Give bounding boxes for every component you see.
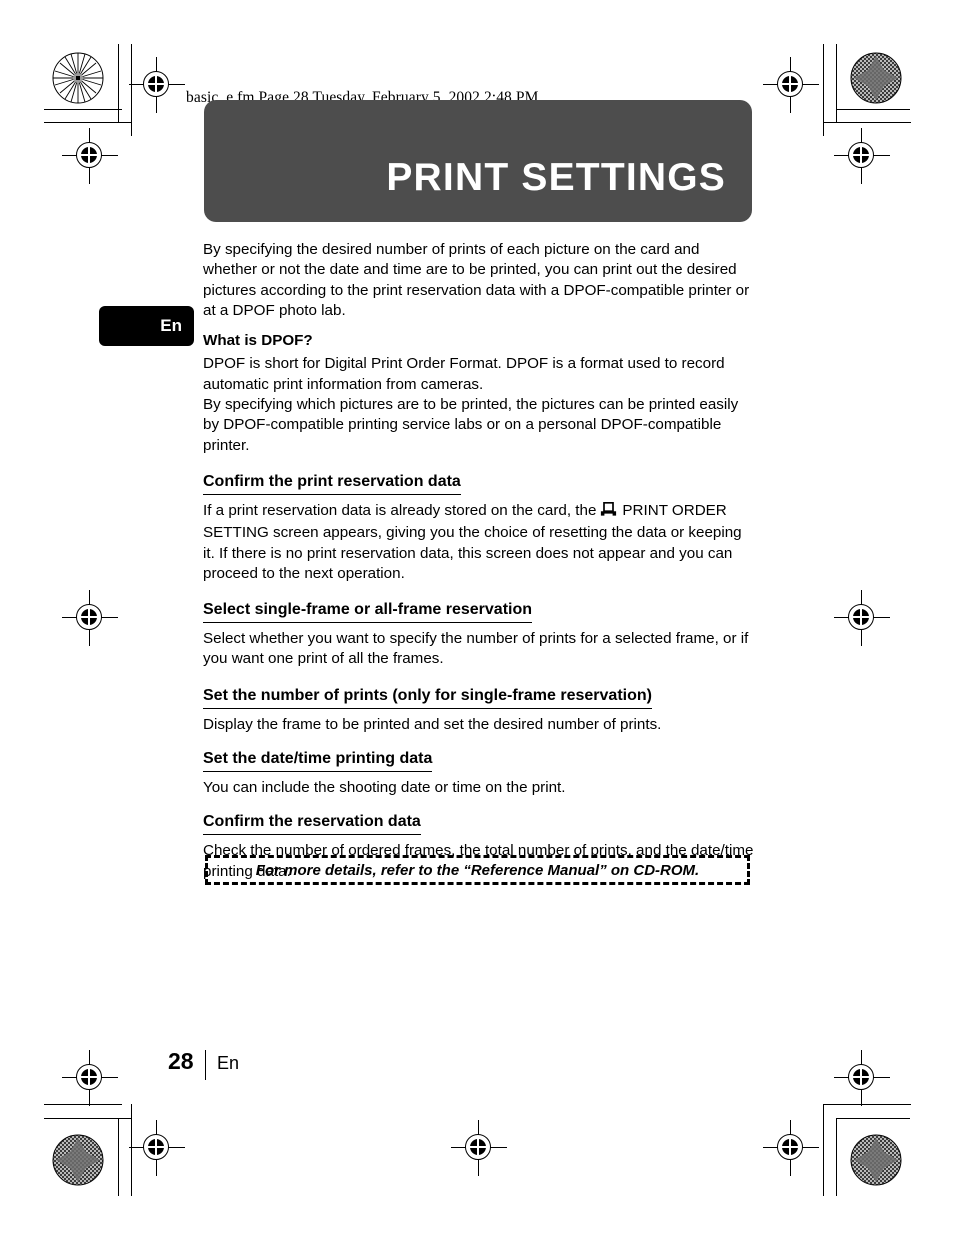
intro-paragraph: By specifying the desired number of prin… bbox=[203, 241, 750, 319]
dpof-paragraph-1: DPOF is short for Digital Print Order Fo… bbox=[203, 355, 725, 393]
density-target-top-right bbox=[850, 52, 902, 104]
trim-line bbox=[823, 122, 911, 123]
main-content: By specifying the desired number of prin… bbox=[203, 240, 755, 882]
trim-line bbox=[44, 1104, 122, 1105]
registration-mark-lower-right bbox=[834, 1050, 890, 1106]
section-body: Display the frame to be printed and set … bbox=[203, 715, 662, 733]
trim-line bbox=[837, 1118, 910, 1119]
dpof-paragraph-2: By specifying which pictures are to be p… bbox=[203, 396, 739, 454]
density-target-top-left bbox=[52, 52, 104, 104]
trim-line bbox=[118, 44, 119, 122]
trim-line bbox=[44, 122, 132, 123]
page-footer: 28 En bbox=[168, 1050, 239, 1080]
trim-line bbox=[44, 1118, 132, 1119]
section-set-number-of-prints: Set the number of prints (only for singl… bbox=[203, 686, 755, 735]
trim-line bbox=[836, 44, 837, 122]
trim-line bbox=[837, 109, 910, 110]
page-number: 28 bbox=[168, 1048, 194, 1074]
chapter-title-banner: PRINT SETTINGS bbox=[204, 100, 752, 222]
section-heading: Confirm the reservation data bbox=[203, 812, 421, 836]
density-target-bottom-right bbox=[850, 1134, 902, 1186]
language-tab: En bbox=[99, 306, 194, 346]
registration-mark-bottom-left bbox=[129, 1120, 185, 1176]
density-target-bottom-left bbox=[52, 1134, 104, 1186]
trim-line bbox=[44, 109, 122, 110]
language-tab-label: En bbox=[160, 316, 182, 335]
trim-line bbox=[823, 44, 824, 136]
trim-line bbox=[118, 1118, 119, 1196]
trim-line bbox=[836, 1118, 837, 1196]
section-body-before-icon: If a print reservation data is already s… bbox=[203, 501, 597, 519]
trim-line bbox=[823, 1104, 911, 1105]
registration-mark-top-center-left bbox=[62, 128, 118, 184]
registration-mark-middle-right bbox=[834, 590, 890, 646]
page-title: PRINT SETTINGS bbox=[386, 156, 726, 199]
trim-line bbox=[131, 1104, 132, 1196]
section-heading: Confirm the print reservation data bbox=[203, 472, 461, 495]
registration-mark-bottom-right bbox=[763, 1120, 819, 1176]
section-body: Select whether you want to specify the n… bbox=[203, 630, 749, 668]
registration-mark-lower-left bbox=[62, 1050, 118, 1106]
footer-divider bbox=[204, 1050, 206, 1080]
registration-mark-top-left bbox=[129, 57, 185, 113]
registration-mark-top-center-right bbox=[834, 128, 890, 184]
registration-mark-bottom-center bbox=[451, 1120, 507, 1176]
printer-icon bbox=[600, 501, 617, 523]
section-heading: Select single-frame or all-frame reserva… bbox=[203, 600, 533, 624]
section-confirm-print-reservation-data: Confirm the print reservation data If a … bbox=[203, 472, 755, 584]
section-select-frame-reservation: Select single-frame or all-frame reserva… bbox=[203, 600, 755, 670]
reference-manual-note-text: For more details, refer to the “Referenc… bbox=[255, 861, 700, 879]
section-heading: Set the number of prints (only for singl… bbox=[203, 686, 652, 709]
dpof-subheading: What is DPOF? bbox=[203, 332, 313, 350]
section-heading: Set the date/time printing data bbox=[203, 749, 433, 773]
registration-mark-top-right bbox=[763, 57, 819, 113]
registration-mark-middle-left bbox=[62, 590, 118, 646]
trim-line bbox=[131, 44, 132, 136]
section-body: If a print reservation data is already s… bbox=[203, 501, 755, 584]
footer-language-label: En bbox=[216, 1053, 240, 1073]
section-set-date-time-printing-data: Set the date/time printing data You can … bbox=[203, 749, 755, 798]
section-body: You can include the shooting date or tim… bbox=[203, 779, 566, 797]
reference-manual-note-box: For more details, refer to the “Referenc… bbox=[205, 855, 750, 885]
trim-line bbox=[823, 1104, 824, 1196]
